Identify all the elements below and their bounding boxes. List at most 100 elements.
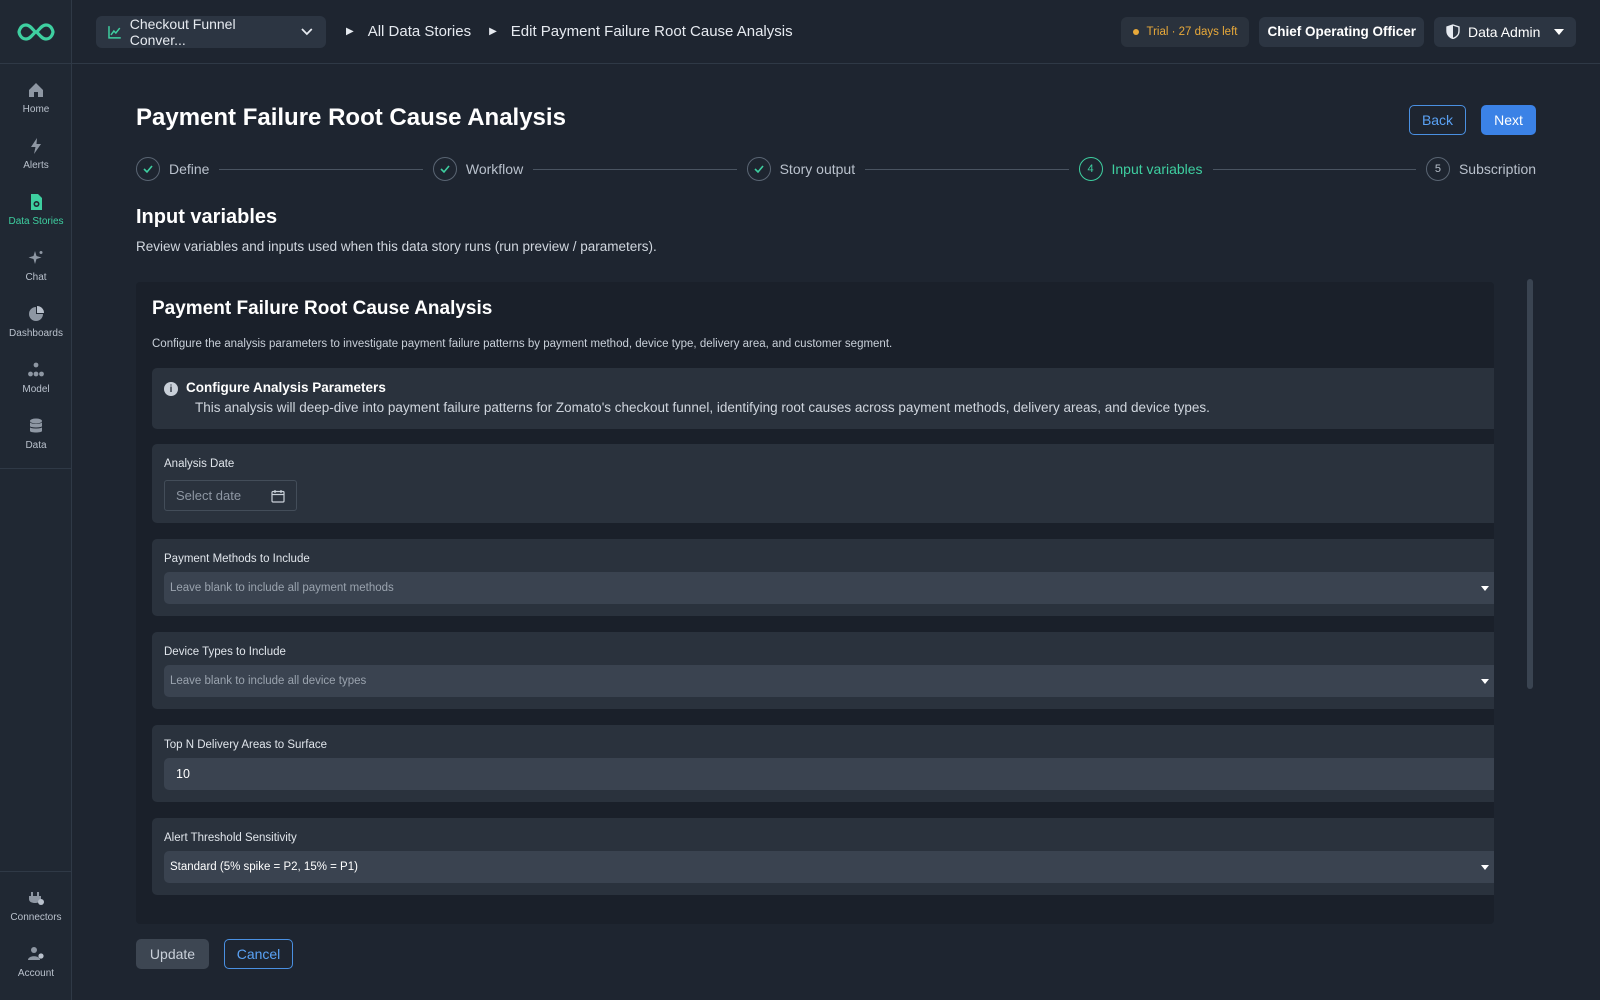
- calendar-icon: [271, 489, 285, 503]
- info-box: i Configure Analysis Parameters This ana…: [152, 368, 1494, 429]
- update-button[interactable]: Update: [136, 939, 209, 969]
- sidebar-item-home[interactable]: Home: [0, 70, 72, 126]
- alert-threshold-select[interactable]: Standard (5% spike = P2, 15% = P1): [164, 851, 1494, 883]
- info-title: Configure Analysis Parameters: [186, 380, 386, 395]
- step-connector: [533, 168, 737, 170]
- sidebar-item-data-stories[interactable]: Data Stories: [0, 182, 72, 238]
- sidebar-item-account[interactable]: Account: [0, 934, 72, 990]
- device-types-label: Device Types to Include: [164, 646, 286, 658]
- sidebar-item-label: Dashboards: [9, 328, 63, 339]
- next-button[interactable]: Next: [1481, 105, 1536, 135]
- sidebar-item-label: Connectors: [10, 912, 62, 923]
- sidebar-item-label: Account: [17, 968, 55, 979]
- top-n-card: Top N Delivery Areas to Surface 10: [152, 725, 1494, 802]
- form-title: Payment Failure Root Cause Analysis: [152, 298, 493, 319]
- device-types-select[interactable]: Leave blank to include all device types: [164, 665, 1494, 697]
- trial-text: Trial · 27 days left: [1146, 25, 1238, 38]
- app-logo[interactable]: [0, 0, 71, 64]
- breadcrumb-separator-icon: ▶: [489, 26, 497, 37]
- caret-down-icon: [1481, 585, 1489, 591]
- top-bar: Checkout Funnel Conver... ▶ All Data Sto…: [72, 0, 1600, 64]
- sidebar-item-chat[interactable]: Chat: [0, 238, 72, 294]
- sidebar-item-model[interactable]: Model: [0, 350, 72, 406]
- step-label: Workflow: [465, 161, 524, 177]
- story-selector[interactable]: Checkout Funnel Conver...: [96, 15, 326, 48]
- sidebar-item-connectors[interactable]: Connectors: [0, 878, 72, 934]
- caret-down-icon: [1481, 864, 1489, 870]
- breadcrumb-all-data-stories[interactable]: All Data Stories: [368, 23, 471, 40]
- main-content: Payment Failure Root Cause Analysis Back…: [136, 64, 1536, 1000]
- sidebar-item-label: Data: [25, 440, 47, 451]
- sidebar-item-label: Data Stories: [8, 216, 64, 227]
- breadcrumb-separator-icon: ▶: [346, 26, 354, 37]
- admin-label: Data Admin: [1468, 23, 1541, 40]
- sidebar-item-data[interactable]: Data: [0, 406, 72, 462]
- step-connector: [219, 168, 423, 170]
- section-title: Input variables: [136, 206, 278, 228]
- payment-methods-select[interactable]: Leave blank to include all payment metho…: [164, 572, 1494, 604]
- step-define[interactable]: Define: [136, 157, 209, 181]
- cancel-button[interactable]: Cancel: [224, 939, 293, 969]
- sidebar-item-label: Home: [22, 104, 50, 115]
- admin-menu[interactable]: Data Admin: [1434, 16, 1576, 47]
- analysis-date-label: Analysis Date: [164, 458, 235, 470]
- status-dot-icon: [1132, 28, 1139, 35]
- payment-methods-placeholder: Leave blank to include all payment metho…: [170, 582, 394, 594]
- sidebar-item-alerts[interactable]: Alerts: [0, 126, 72, 182]
- chevron-down-icon: [301, 27, 313, 35]
- analysis-date-input[interactable]: Select date: [164, 480, 297, 511]
- step-number: 5: [1425, 157, 1450, 181]
- bolt-icon: [31, 138, 41, 154]
- top-n-label: Top N Delivery Areas to Surface: [164, 739, 327, 751]
- breadcrumb-current-page: Edit Payment Failure Root Cause Analysis: [510, 23, 793, 40]
- sparkle-icon: [28, 251, 43, 264]
- device-types-card: Device Types to Include Leave blank to i…: [152, 632, 1494, 709]
- date-placeholder: Select date: [176, 488, 242, 503]
- caret-down-icon: [1554, 28, 1564, 35]
- step-connector: [865, 168, 1069, 170]
- info-text: This analysis will deep-dive into paymen…: [195, 400, 1210, 415]
- sidebar-item-label: Model: [22, 384, 50, 395]
- sidebar-item-label: Chat: [25, 272, 47, 283]
- account-icon: [28, 947, 44, 960]
- alert-threshold-label: Alert Threshold Sensitivity: [164, 832, 297, 844]
- step-input-variables[interactable]: 4 Input variables: [1078, 157, 1203, 181]
- step-connector: [1212, 168, 1416, 170]
- form-description: Configure the analysis parameters to inv…: [152, 338, 893, 350]
- step-label: Input variables: [1111, 161, 1203, 177]
- page-title: Payment Failure Root Cause Analysis: [136, 104, 566, 131]
- model-icon: [28, 362, 44, 377]
- home-icon: [29, 83, 43, 97]
- step-label: Subscription: [1458, 161, 1537, 177]
- stepper: Define Workflow Story output 4 Input var…: [136, 156, 1536, 182]
- payment-methods-label: Payment Methods to Include: [164, 553, 310, 565]
- caret-down-icon: [1481, 678, 1489, 684]
- pie-chart-icon: [29, 306, 44, 321]
- step-label: Define: [169, 161, 210, 177]
- check-icon: [746, 157, 771, 181]
- analysis-date-card: Analysis Date Select date: [152, 444, 1494, 523]
- story-selector-label: Checkout Funnel Conver...: [129, 15, 236, 48]
- back-button[interactable]: Back: [1409, 105, 1466, 135]
- alert-threshold-value: Standard (5% spike = P2, 15% = P1): [170, 861, 358, 873]
- top-n-input[interactable]: 10: [164, 758, 1494, 790]
- device-types-placeholder: Leave blank to include all device types: [170, 675, 367, 687]
- shield-icon: [1446, 24, 1460, 39]
- role-selector[interactable]: Chief Operating Officer: [1259, 16, 1424, 47]
- check-icon: [432, 157, 457, 181]
- document-icon: [31, 194, 42, 210]
- step-label: Story output: [779, 161, 856, 177]
- section-description: Review variables and inputs used when th…: [136, 239, 657, 254]
- panel-scrollbar[interactable]: [1527, 279, 1533, 689]
- payment-methods-card: Payment Methods to Include Leave blank t…: [152, 539, 1494, 616]
- sidebar-item-dashboards[interactable]: Dashboards: [0, 294, 72, 350]
- alert-threshold-card: Alert Threshold Sensitivity Standard (5%…: [152, 818, 1494, 895]
- step-workflow[interactable]: Workflow: [432, 157, 524, 181]
- form-panel: Payment Failure Root Cause Analysis Conf…: [136, 282, 1494, 924]
- check-icon: [136, 157, 160, 181]
- line-chart-icon: [108, 25, 121, 39]
- step-subscription[interactable]: 5 Subscription: [1425, 157, 1537, 181]
- step-story-output[interactable]: Story output: [746, 157, 856, 181]
- sidebar-item-label: Alerts: [23, 160, 49, 171]
- trial-badge[interactable]: Trial · 27 days left: [1120, 16, 1250, 47]
